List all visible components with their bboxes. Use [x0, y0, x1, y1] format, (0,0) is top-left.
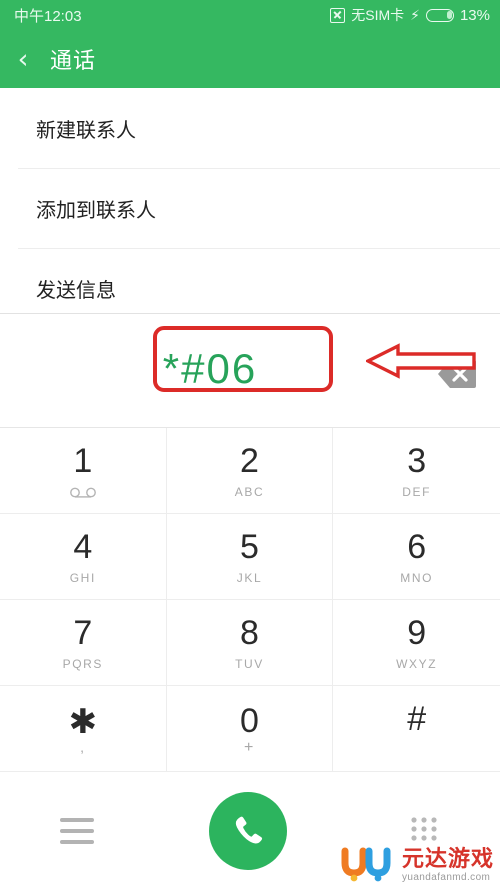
phone-handset-icon — [235, 816, 263, 844]
dialpad-key-5[interactable]: 5 JKL — [166, 514, 334, 600]
battery-fill — [446, 10, 452, 20]
key-digit: 6 — [407, 527, 427, 566]
dialpad-key-0[interactable]: 0 + — [166, 686, 334, 772]
dialpad-key-4[interactable]: 4 GHI — [0, 514, 167, 600]
list-item[interactable]: 新建联系人 — [0, 88, 500, 168]
key-letters: GHI — [69, 570, 96, 585]
battery-percent-label: 13% — [459, 6, 490, 24]
key-letters: WXYZ — [396, 656, 438, 671]
hamburger-menu-icon[interactable] — [60, 818, 94, 844]
key-digit: 0 — [240, 701, 259, 740]
key-digit: 3 — [407, 441, 427, 480]
status-time: 中午12:03 — [14, 7, 82, 25]
list-item[interactable]: 添加到联系人 — [0, 168, 500, 248]
key-letters: DEF — [402, 484, 432, 499]
key-digit: 1 — [73, 442, 93, 480]
voicemail-icon — [68, 486, 98, 498]
status-bar: 中午12:03 无SIM卡 ⚡ 13% — [0, 0, 500, 30]
back-chevron-icon[interactable]: ‹ — [0, 30, 46, 88]
key-digit: 9 — [407, 613, 427, 652]
key-letters: , — [80, 738, 86, 755]
dialpad-icon[interactable] — [408, 816, 440, 846]
watermark: 元达游戏 yuandafanmd.com — [341, 845, 494, 883]
key-digit: 2 — [240, 441, 259, 480]
watermark-text: 元达游戏 yuandafanmd.com — [401, 846, 494, 884]
menu-line — [60, 829, 94, 833]
dialpad-key-hash[interactable]: # — [333, 686, 500, 772]
options-list: 新建联系人 添加到联系人 发送信息 — [0, 88, 500, 314]
dialpad-key-6[interactable]: 6 MNO — [333, 514, 500, 600]
phone-dialer-screen: 中午12:03 无SIM卡 ⚡ 13% ‹ 通话 新建联系人 添加到联系人 发送… — [0, 0, 500, 889]
option-label: 新建联系人 — [36, 119, 136, 142]
watermark-url: yuandafanmd.com — [401, 872, 491, 883]
option-label: 发送信息 — [36, 279, 116, 302]
sim-status-label: 无SIM卡 — [351, 7, 405, 23]
app-bar: ‹ 通话 — [0, 30, 500, 88]
watermark-brand: 元达游戏 — [401, 846, 494, 871]
dialpad-key-3[interactable]: 3 DEF — [333, 428, 500, 514]
dialed-number[interactable]: *#06 — [0, 314, 420, 424]
key-letters: + — [244, 738, 255, 756]
key-digit: ✱ — [68, 702, 98, 741]
dialpad-key-1[interactable]: 1 — [0, 428, 167, 514]
key-digit: 7 — [73, 613, 93, 652]
dialpad-grid: 1 2 ABC 3 DEF 4 GHI 5 JKL 6 MNO 7 PQRS 8… — [0, 427, 500, 772]
dialpad-key-star[interactable]: ✱ , — [0, 686, 167, 772]
dial-display: *#06 — [0, 314, 500, 424]
backspace-icon[interactable] — [438, 359, 476, 389]
key-digit: # — [407, 699, 427, 738]
no-sim-icon — [330, 7, 346, 23]
key-letters: ABC — [234, 484, 265, 499]
key-digit: 5 — [240, 527, 259, 566]
key-digit: 8 — [240, 613, 259, 652]
dialpad-key-7[interactable]: 7 PQRS — [0, 600, 167, 686]
dialpad-key-9[interactable]: 9 WXYZ — [333, 600, 500, 686]
menu-line — [60, 818, 94, 822]
dialpad-key-2[interactable]: 2 ABC — [166, 428, 334, 514]
call-button[interactable] — [209, 792, 287, 870]
key-letters: JKL — [236, 570, 263, 585]
dialer-sheet: *#06 1 2 ABC 3 DEF 4 GHI 5 JKL 6 MNO 7 P… — [0, 313, 500, 889]
option-label: 添加到联系人 — [36, 199, 156, 222]
battery-icon — [425, 8, 454, 22]
dialpad-key-8[interactable]: 8 TUV — [166, 600, 334, 686]
watermark-logo-icon — [341, 845, 395, 883]
key-digit: 4 — [73, 527, 93, 566]
menu-line — [60, 840, 94, 844]
key-letters: TUV — [235, 656, 264, 671]
charging-bolt-icon: ⚡ — [410, 7, 420, 23]
key-letters: MNO — [400, 570, 434, 585]
key-letters: PQRS — [62, 656, 104, 671]
status-indicators: 无SIM卡 ⚡ 13% — [330, 5, 490, 25]
page-title: 通话 — [50, 48, 97, 73]
